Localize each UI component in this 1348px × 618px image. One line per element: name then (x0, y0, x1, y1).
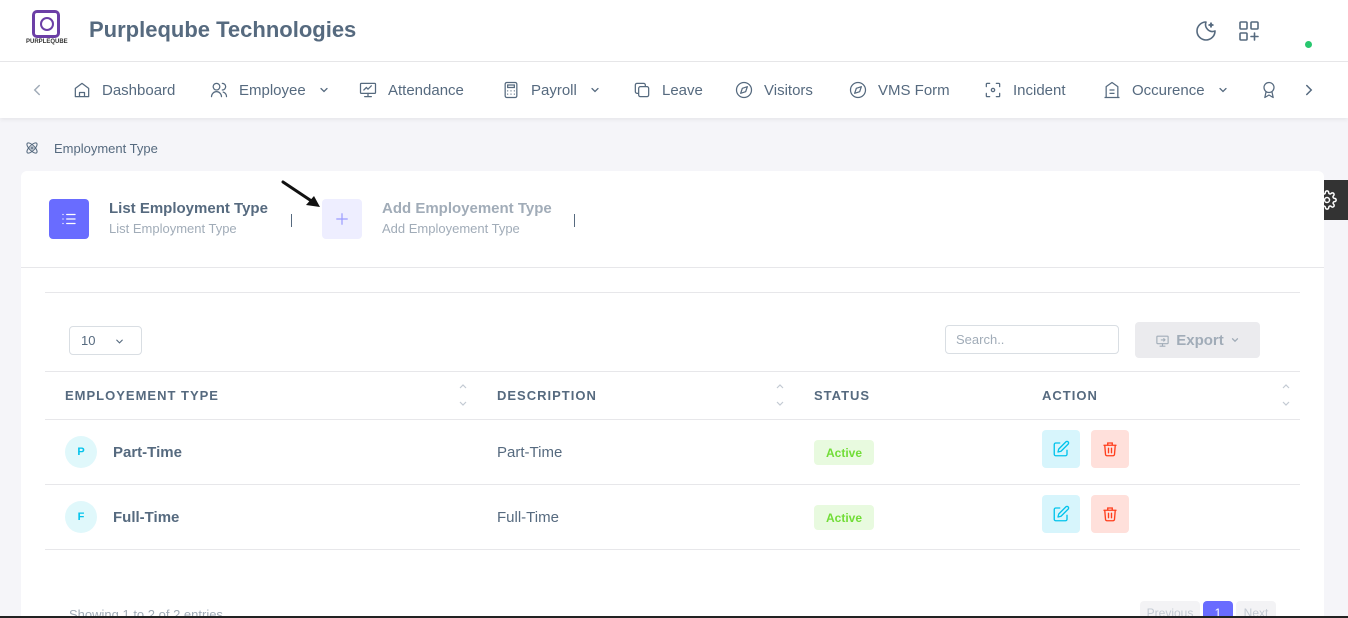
trash-icon (1103, 507, 1117, 522)
edit-button[interactable] (1042, 430, 1080, 468)
column-header-action: ACTION (1042, 388, 1098, 403)
nav-item-vms-form[interactable]: VMS Form (848, 62, 950, 118)
company-logo[interactable]: PURPLEQUBE (26, 10, 68, 50)
table-header: EMPLOYEMENT TYPE DESCRIPTION STATUS ACTI… (45, 371, 1300, 420)
chevron-down-icon (116, 339, 123, 344)
page-size-select[interactable]: 10 (69, 326, 142, 355)
chevron-down-icon (591, 87, 599, 93)
plus-icon (336, 213, 348, 225)
avatar: F (65, 501, 97, 533)
compass-icon (735, 81, 753, 99)
breadcrumb: Employment Type (24, 140, 158, 156)
nav-item-occurence[interactable]: Occurence (1102, 62, 1229, 118)
online-status-dot (1305, 41, 1312, 48)
table-row: F Full-Time Full-Time Active (45, 485, 1300, 550)
edit-button[interactable] (1042, 495, 1080, 533)
main-navigation: Dashboard Employee Attendance Payroll Le… (0, 62, 1348, 118)
nav-item-more[interactable] (1259, 62, 1279, 118)
page-size-value: 10 (81, 333, 96, 348)
column-header-description[interactable]: DESCRIPTION (497, 388, 597, 403)
employment-type-card: List Employment Type List Employment Typ… (21, 171, 1324, 618)
list-icon (62, 213, 76, 225)
award-icon (1263, 81, 1275, 99)
nav-label: Occurence (1132, 81, 1205, 99)
nav-item-attendance[interactable]: Attendance (358, 62, 464, 118)
nav-item-dashboard[interactable]: Dashboard (72, 62, 175, 118)
logo-mark (32, 10, 60, 38)
nav-item-leave[interactable]: Leave (632, 62, 703, 118)
tab-add-employment-type[interactable] (322, 199, 362, 239)
employment-type-name: Full-Time (113, 509, 180, 526)
apps-add-icon[interactable] (1237, 19, 1261, 43)
nav-label: Employee (239, 81, 306, 99)
nav-label: Payroll (531, 81, 577, 99)
sort-icon[interactable] (1281, 382, 1291, 408)
logo-text: PURPLEQUBE (26, 39, 68, 45)
edit-icon (1053, 440, 1070, 457)
building-icon (1104, 81, 1120, 99)
tab-separator (291, 214, 292, 227)
status-badge: Active (814, 505, 874, 530)
nav-scroll-left-icon[interactable] (28, 81, 46, 99)
tab-list-subtitle: List Employment Type (109, 221, 237, 236)
tab-list-employment-type[interactable] (49, 199, 89, 239)
sort-icon[interactable] (775, 382, 785, 408)
tab-list-title[interactable]: List Employment Type (109, 200, 268, 217)
trash-icon (1103, 442, 1117, 457)
column-header-status[interactable]: STATUS (814, 388, 870, 403)
atom-icon (26, 142, 38, 154)
employment-type-description: Part-Time (497, 444, 563, 461)
delete-button[interactable] (1091, 495, 1129, 533)
nav-item-visitors[interactable]: Visitors (734, 62, 813, 118)
avatar: P (65, 436, 97, 468)
employment-type-name: Part-Time (113, 444, 182, 461)
nav-label: Visitors (764, 81, 813, 99)
tab-separator (574, 214, 575, 227)
export-button[interactable]: Export (1135, 322, 1260, 358)
employment-type-description: Full-Time (497, 509, 559, 526)
calculator-icon (504, 81, 518, 99)
table-row: P Part-Time Part-Time Active (45, 420, 1300, 485)
moon-icon[interactable] (1194, 19, 1218, 43)
nav-label: Attendance (388, 81, 464, 99)
tab-add-subtitle: Add Employement Type (382, 221, 520, 236)
chevron-down-icon (1218, 87, 1227, 93)
focus-icon (985, 82, 1001, 98)
chevron-down-icon (1231, 338, 1238, 343)
chevron-down-icon (320, 87, 328, 93)
column-header-employement-type[interactable]: EMPLOYEMENT TYPE (65, 388, 219, 403)
compass-icon (849, 81, 867, 99)
status-badge: Active (814, 440, 874, 465)
copy-icon (634, 82, 650, 98)
tab-add-title[interactable]: Add Employement Type (382, 200, 552, 217)
export-label: Export (1176, 331, 1224, 349)
presentation-icon (359, 82, 377, 98)
breadcrumb-label: Employment Type (54, 140, 158, 156)
company-name: Purpleqube Technologies (89, 17, 357, 42)
nav-item-payroll[interactable]: Payroll (501, 62, 601, 118)
top-header: PURPLEQUBE Purpleqube Technologies (0, 0, 1348, 62)
nav-label: Incident (1013, 81, 1066, 99)
nav-item-employee[interactable]: Employee (209, 62, 330, 118)
users-icon (210, 82, 228, 98)
sort-icon[interactable] (458, 382, 468, 408)
nav-item-incident[interactable]: Incident (983, 62, 1066, 118)
nav-label: Dashboard (102, 81, 176, 99)
datatable-container: 10 Export EMPLOYEMENT TYPE DESCRIPTION S… (45, 292, 1300, 618)
home-icon (74, 82, 90, 98)
export-icon (1156, 335, 1169, 347)
nav-label: VMS Form (878, 81, 950, 99)
search-input[interactable] (945, 325, 1119, 354)
edit-icon (1053, 505, 1070, 522)
nav-label: Leave (662, 81, 703, 99)
nav-scroll-right-icon[interactable] (1300, 81, 1318, 99)
delete-button[interactable] (1091, 430, 1129, 468)
wizard-tabs: List Employment Type List Employment Typ… (21, 171, 1324, 268)
pointer-arrow-icon (281, 180, 320, 207)
